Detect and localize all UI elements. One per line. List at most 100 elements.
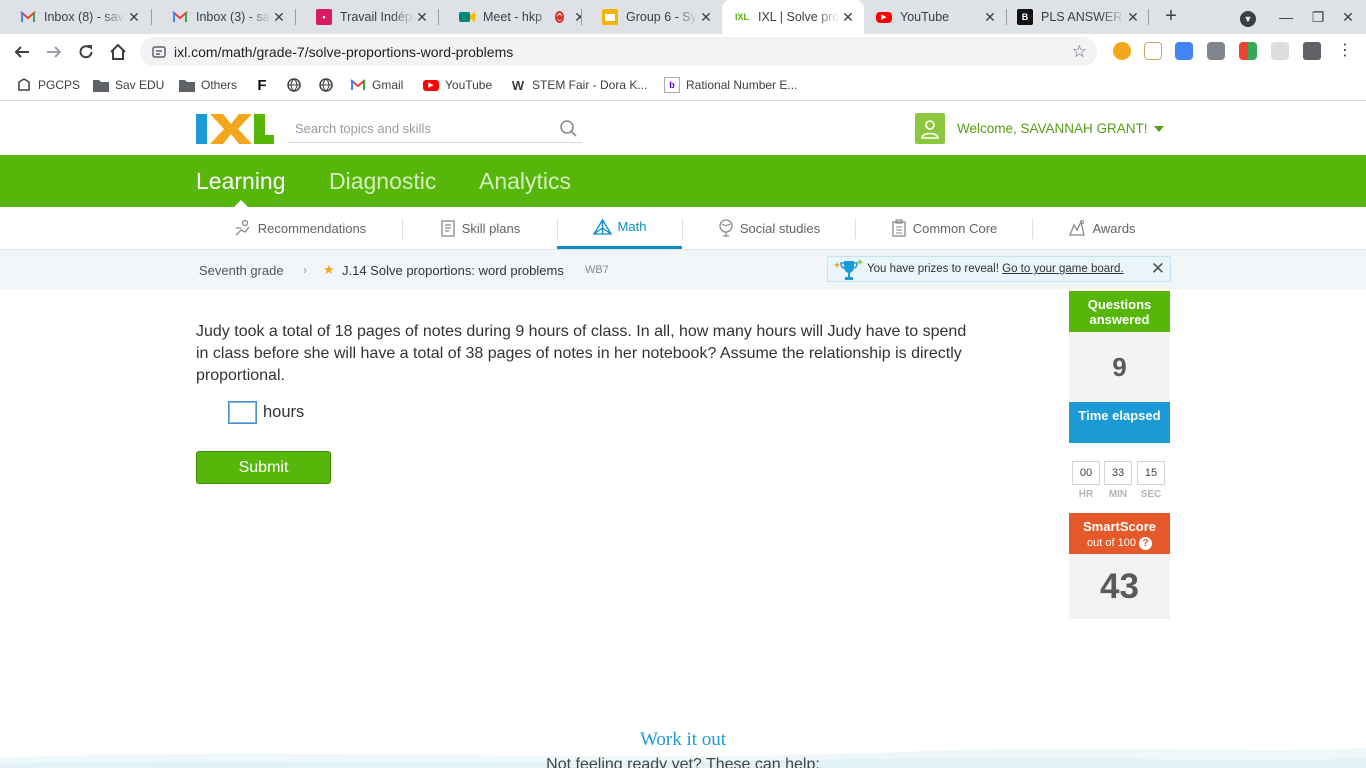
brainly-icon: B	[1017, 9, 1033, 25]
tab-recommendations[interactable]: Recommendations	[230, 207, 370, 249]
browser-toolbar: ixl.com/math/grade-7/solve-proportions-w…	[0, 34, 1366, 70]
tab-title: Meet - hkp	[483, 10, 543, 24]
questions-answered-header: Questions answered	[1069, 291, 1170, 332]
puzzle-icon[interactable]	[1303, 42, 1321, 60]
work-it-out-subtitle: Not feeling ready yet? These can help:	[546, 756, 820, 768]
skill-plans-icon	[440, 219, 456, 237]
bookmark-globe[interactable]	[318, 77, 340, 93]
bookmark-folder-others[interactable]: Others	[179, 77, 237, 93]
close-icon[interactable]: ✕	[1151, 259, 1165, 279]
bookmark-pgcps[interactable]: PGCPS	[16, 77, 80, 93]
welcome-text: Welcome, SAVANNAH GRANT!	[957, 121, 1148, 136]
prize-message: You have prizes to reveal! Go to your ga…	[867, 263, 1124, 275]
close-icon[interactable]: ✕	[572, 9, 581, 26]
new-tab-button[interactable]: +	[1160, 5, 1182, 27]
browser-tab[interactable]: Meet - hkp ✕	[439, 0, 581, 34]
classroom-icon: ▪	[316, 9, 332, 25]
close-icon[interactable]: ✕	[698, 9, 714, 26]
chevron-down-icon	[1153, 126, 1164, 133]
minimize-button[interactable]: —	[1275, 6, 1297, 28]
gmail-icon	[20, 9, 36, 25]
tab-separator	[1148, 9, 1149, 25]
reload-button[interactable]	[74, 40, 98, 64]
bookmark-folder-sav-edu[interactable]: Sav EDU	[93, 77, 164, 93]
game-board-link[interactable]: Go to your game board.	[1002, 263, 1123, 275]
nav-analytics[interactable]: Analytics	[479, 168, 571, 195]
translate-icon[interactable]	[1175, 42, 1193, 60]
time-minutes-label: MIN	[1108, 489, 1128, 500]
time-hours-label: HR	[1078, 489, 1094, 500]
back-button[interactable]	[10, 40, 34, 64]
close-icon[interactable]: ✕	[982, 9, 998, 26]
smartscore-sublabel: out of 100?	[1087, 537, 1152, 550]
apps-grid-icon[interactable]	[1239, 42, 1257, 60]
help-icon[interactable]: ?	[1138, 537, 1152, 550]
bookmark-youtube[interactable]: ▶ YouTube	[423, 77, 492, 93]
bookmark-rational-number[interactable]: b Rational Number E...	[664, 77, 797, 93]
time-elapsed-label: Time elapsed	[1078, 408, 1161, 423]
tab-label: Math	[617, 219, 647, 234]
url-text[interactable]: ixl.com/math/grade-7/solve-proportions-w…	[174, 44, 513, 60]
browser-tab[interactable]: Inbox (8) - sav ✕	[0, 0, 150, 34]
browser-tab[interactable]: B PLS ANSWER ✕	[1007, 0, 1149, 34]
browser-tab[interactable]: ▶ YouTube ✕	[866, 0, 1006, 34]
browser-tab[interactable]: Group 6 - Sym ✕	[582, 0, 722, 34]
bookmark-stem-fair[interactable]: W STEM Fair - Dora K...	[510, 77, 648, 93]
restore-button[interactable]: ❐	[1307, 6, 1329, 28]
close-icon[interactable]: ✕	[126, 9, 142, 26]
nav-learning[interactable]: Learning	[196, 168, 286, 195]
bookmark-globe[interactable]	[286, 77, 308, 93]
browser-tab-active[interactable]: IXL IXL | Solve pro ✕	[722, 0, 864, 34]
tab-awards[interactable]: Awards	[1064, 207, 1140, 249]
tab-search-button[interactable]: ▼	[1237, 6, 1259, 28]
account-menu[interactable]: Welcome, SAVANNAH GRANT!	[957, 121, 1164, 136]
question-text: Judy took a total of 18 pages of notes d…	[196, 323, 967, 384]
tab-skill-plans[interactable]: Skill plans	[432, 207, 528, 249]
close-icon[interactable]: ✕	[840, 9, 856, 26]
globe-icon	[286, 77, 302, 93]
gmail-icon	[350, 77, 366, 93]
bookmark-flocabulary[interactable]: F	[254, 76, 276, 94]
avatar[interactable]	[915, 113, 945, 144]
extension-icon[interactable]	[1207, 42, 1225, 60]
submit-button[interactable]: Submit	[196, 451, 331, 484]
close-icon[interactable]: ✕	[271, 9, 287, 26]
main-nav: Learning Diagnostic Analytics	[0, 155, 1366, 207]
extension-icon[interactable]	[1113, 42, 1131, 60]
bookmark-gmail[interactable]: Gmail	[350, 77, 403, 93]
ixl-logo[interactable]	[196, 114, 274, 144]
search-box[interactable]: Search topics and skills	[288, 115, 582, 143]
flocabulary-icon: F	[257, 76, 267, 94]
answer-input[interactable]	[228, 401, 257, 424]
meet-icon	[459, 9, 475, 25]
site-info-icon[interactable]	[152, 45, 166, 59]
browser-tab[interactable]: ▪ Travail Indépe ✕	[296, 0, 438, 34]
recommendations-icon	[234, 219, 252, 237]
menu-icon[interactable]: ⋮	[1336, 42, 1354, 60]
close-window-button[interactable]: ✕	[1337, 6, 1359, 28]
prize-text: You have prizes to reveal!	[867, 263, 999, 275]
home-icon	[110, 43, 126, 60]
search-icon[interactable]	[559, 119, 578, 138]
nav-diagnostic[interactable]: Diagnostic	[329, 168, 436, 195]
tab-social-studies[interactable]: Social studies	[713, 207, 825, 249]
search-input[interactable]: Search topics and skills	[295, 121, 431, 136]
home-button[interactable]	[106, 40, 130, 64]
address-bar[interactable]: ixl.com/math/grade-7/solve-proportions-w…	[140, 37, 1097, 66]
close-icon[interactable]: ✕	[414, 9, 430, 26]
extension-icon[interactable]	[1271, 42, 1289, 60]
folder-icon	[93, 77, 109, 93]
breadcrumb-grade[interactable]: Seventh grade	[199, 263, 284, 278]
bookmark-label: YouTube	[445, 78, 493, 92]
browser-tab[interactable]: Inbox (3) - sav ✕	[152, 0, 295, 34]
extension-icon[interactable]	[1144, 42, 1162, 60]
tab-common-core[interactable]: Common Core	[886, 207, 1002, 249]
bookmark-star-icon[interactable]: ☆	[1072, 42, 1087, 62]
tab-title: Travail Indépe	[340, 10, 414, 24]
browser-tab-bar: Inbox (8) - sav ✕ Inbox (3) - sav ✕ ▪ Tr…	[0, 0, 1366, 34]
forward-button[interactable]	[42, 40, 66, 64]
close-icon[interactable]: ✕	[1125, 9, 1141, 26]
divider	[682, 218, 683, 239]
divider	[402, 218, 403, 239]
tab-math[interactable]: Math	[557, 207, 682, 249]
